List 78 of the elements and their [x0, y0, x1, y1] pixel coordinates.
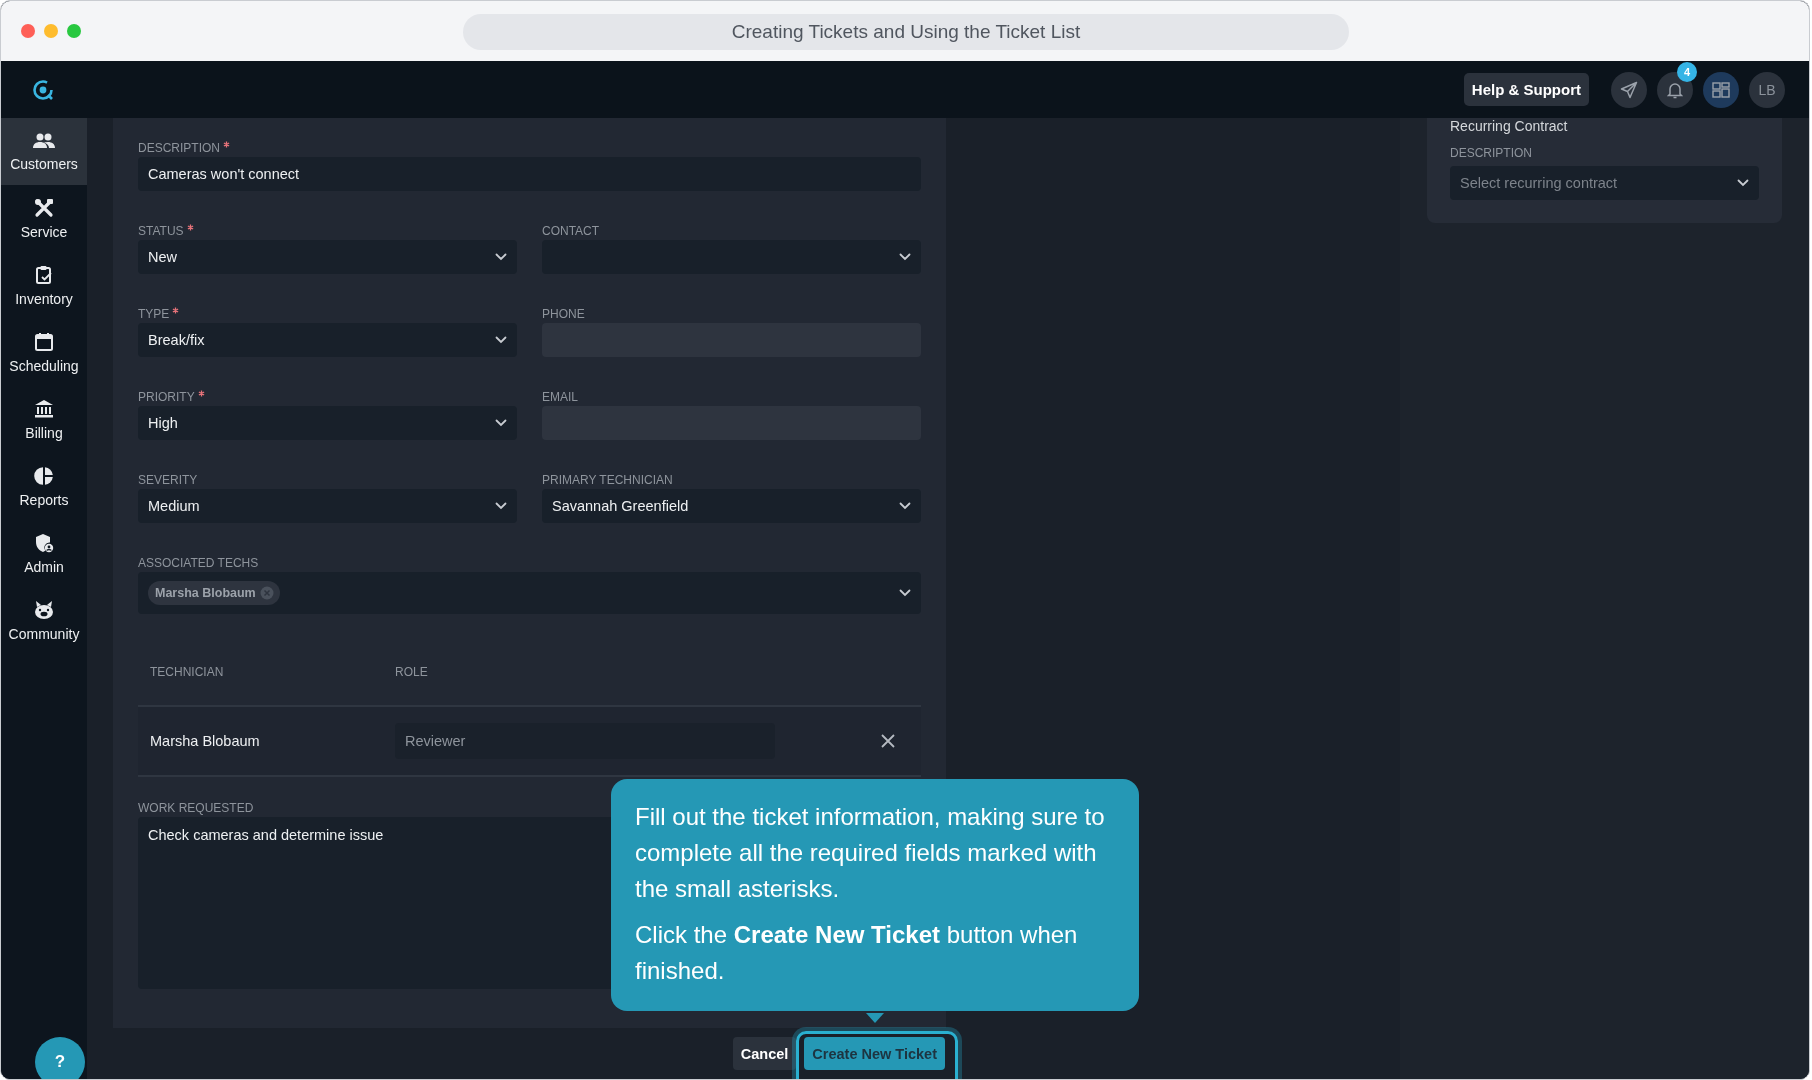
sidebar-item-label: Inventory: [15, 290, 73, 307]
sidebar-item[interactable]: Scheduling: [1, 319, 87, 386]
field-label: PRIMARY TECHNICIAN: [542, 473, 673, 487]
help-support-button[interactable]: Help & Support: [1463, 73, 1589, 106]
sidebar-item[interactable]: Reports: [1, 453, 87, 520]
tag-chip[interactable]: Marsha Blobaum: [148, 581, 280, 605]
select-field[interactable]: [542, 240, 921, 274]
table-cell-text: Marsha Blobaum: [149, 733, 261, 749]
dashboard-button[interactable]: [1703, 71, 1739, 108]
field-label: WORK REQUESTED: [138, 801, 254, 815]
chevron-down-icon: [495, 419, 507, 427]
sidebar-item[interactable]: Customers: [1, 118, 87, 185]
chevron-down-icon: [1737, 179, 1749, 187]
sidebar-item[interactable]: Community: [1, 587, 87, 654]
bank-icon: [34, 398, 54, 419]
field-label: SEVERITY: [138, 473, 198, 487]
bell-icon: [1667, 80, 1683, 99]
grid-icon: [1712, 81, 1730, 98]
chevron-down-icon: [899, 589, 911, 597]
text-field[interactable]: Cameras won't connect: [138, 157, 921, 191]
field-label: DESCRIPTION: [1450, 146, 1532, 160]
placeholder-text: Select recurring contract: [1460, 175, 1618, 191]
field-label: PHONE: [542, 307, 585, 321]
remove-circle-icon: [259, 586, 274, 600]
clipboard-check-icon: [34, 264, 54, 285]
sidebar-item-label: Billing: [25, 424, 63, 441]
sidebar-item-label: Reports: [19, 491, 69, 508]
window-title: Creating Tickets and Using the Ticket List: [463, 14, 1349, 50]
crossed-tools-icon: [34, 197, 54, 218]
select-field[interactable]: High: [138, 406, 517, 440]
select-field[interactable]: Break/fix: [138, 323, 517, 357]
sidebar-item[interactable]: Billing: [1, 386, 87, 453]
tooltip-pointer-icon: [866, 1013, 884, 1023]
field-label: ASSOCIATED TECHS: [138, 556, 259, 570]
sidebar-item[interactable]: Admin: [1, 520, 87, 587]
notification-badge: 4: [1677, 61, 1697, 82]
sidebar-item-label: Admin: [24, 558, 64, 575]
multi-select-field[interactable]: Marsha Blobaum: [138, 572, 921, 614]
zoom-window-button[interactable]: [67, 24, 81, 38]
select-field[interactable]: Select recurring contract: [1450, 166, 1759, 200]
minimize-window-button[interactable]: [44, 24, 58, 38]
chevron-down-icon: [899, 502, 911, 510]
field-label: PRIORITY: [138, 390, 195, 404]
sidebar-item[interactable]: Service: [1, 185, 87, 252]
field-label: STATUS: [138, 224, 184, 238]
pig-face-icon: [33, 599, 55, 620]
sidebar-item-label: Service: [20, 223, 68, 240]
people-icon: [33, 131, 55, 150]
select-field[interactable]: Medium: [138, 489, 517, 523]
chevron-down-icon: [899, 253, 911, 261]
send-button[interactable]: [1611, 71, 1647, 108]
field-label: DESCRIPTION: [138, 141, 220, 155]
sidebar-item-label: Community: [8, 625, 80, 642]
cancel-button[interactable]: Cancel: [732, 1037, 797, 1070]
section-heading: Recurring Contract: [1450, 118, 1569, 136]
logo-icon: [31, 77, 55, 102]
sidebar-item-label: Scheduling: [9, 357, 79, 374]
select-field[interactable]: Savannah Greenfield: [542, 489, 921, 523]
column-header: TECHNICIAN: [149, 664, 225, 679]
sidebar-item[interactable]: Inventory: [1, 252, 87, 319]
role-field[interactable]: Reviewer: [395, 723, 775, 759]
field-label: TYPE: [138, 307, 170, 321]
field-label: CONTACT: [542, 224, 600, 238]
shield-user-icon: [34, 532, 54, 553]
column-header: ROLE: [395, 664, 428, 679]
create-ticket-button[interactable]: Create New Ticket: [804, 1037, 945, 1070]
pie-chart-icon: [34, 465, 54, 486]
select-field[interactable]: New: [138, 240, 517, 274]
chevron-down-icon: [495, 336, 507, 344]
chevron-down-icon: [495, 502, 507, 510]
sidebar-item-label: Customers: [10, 155, 78, 172]
close-icon[interactable]: [881, 734, 895, 748]
chevron-down-icon: [495, 253, 507, 261]
calendar-icon: [34, 331, 54, 352]
field-label: EMAIL: [542, 390, 578, 404]
user-avatar[interactable]: LB: [1749, 71, 1785, 108]
close-window-button[interactable]: [21, 24, 35, 38]
paper-plane-icon: [1620, 80, 1638, 99]
